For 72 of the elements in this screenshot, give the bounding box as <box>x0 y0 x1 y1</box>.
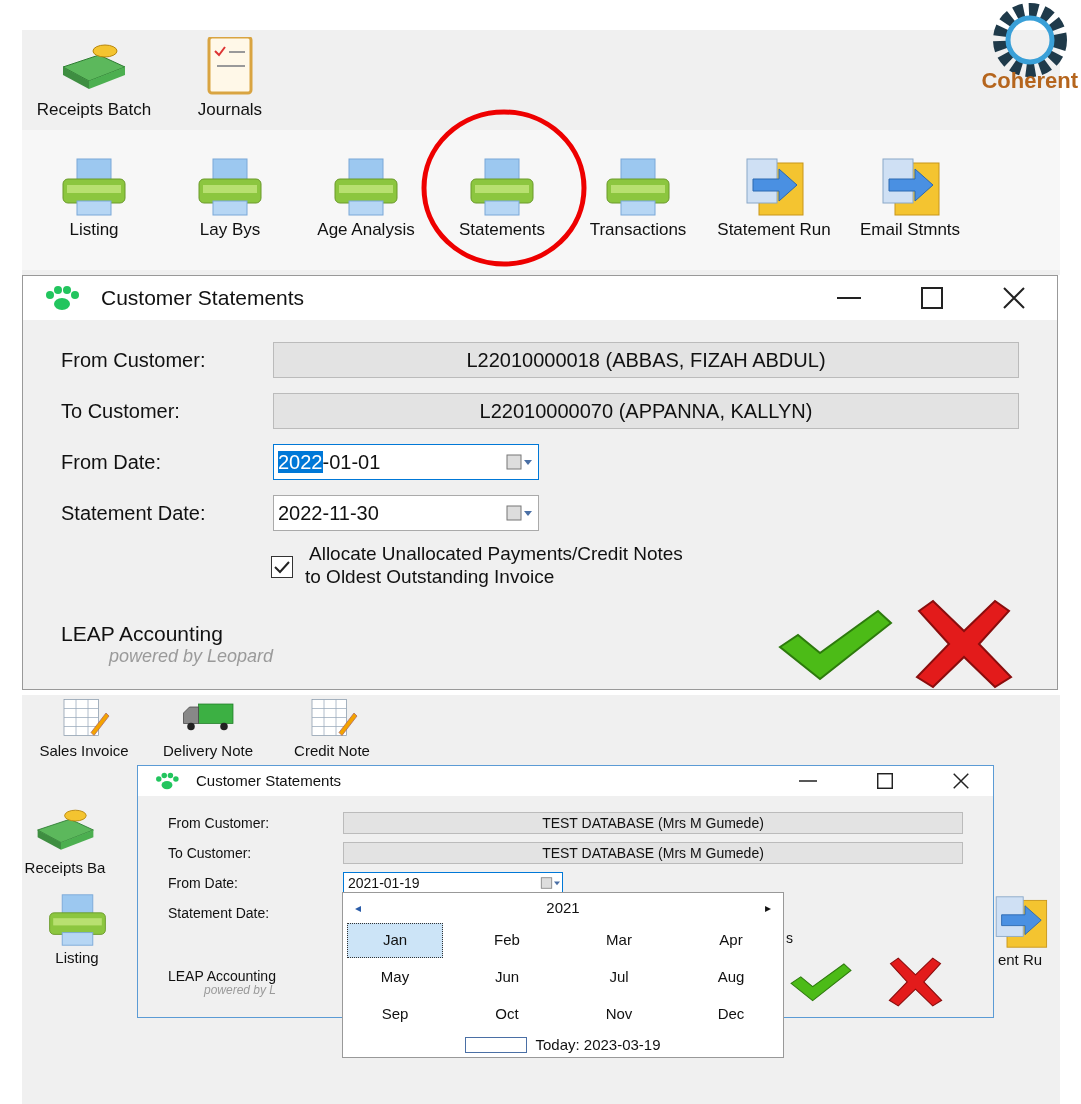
month-cell[interactable]: Mar <box>571 923 667 958</box>
field-label: From Customer: <box>61 348 207 373</box>
field-label: Statement Date: <box>61 501 207 526</box>
paw-icon <box>43 285 81 311</box>
toolbar-label[interactable]: Receipts Batch <box>36 96 152 122</box>
printer-icon <box>603 157 673 218</box>
toolbar-label[interactable]: ent Ru <box>997 949 1043 972</box>
printer-icon <box>467 157 537 218</box>
checkmark-icon[interactable] <box>790 961 852 1003</box>
date-field[interactable]: 2022-11-30 <box>273 495 539 531</box>
today-link[interactable]: Today: 2023-03-19 <box>535 1034 661 1057</box>
month-cell[interactable]: Oct <box>459 997 555 1032</box>
maximize-icon[interactable] <box>921 287 943 309</box>
calendar-dropdown-icon[interactable] <box>506 505 534 521</box>
maximize-icon[interactable] <box>877 773 893 789</box>
brand-tagline: powered by L <box>202 984 277 996</box>
date-field[interactable]: 2021-01-19 <box>343 872 563 894</box>
month-cell[interactable]: Jul <box>571 960 667 995</box>
printer-icon <box>331 157 401 218</box>
brand-name: LEAP Accounting <box>61 622 224 646</box>
printer-icon <box>59 157 129 218</box>
toolbar-label[interactable]: Email Stmnts <box>859 217 961 243</box>
toolbar-label[interactable]: Journals <box>197 96 263 122</box>
month-cell[interactable]: May <box>347 960 443 995</box>
window-title: Customer Statements <box>101 285 306 312</box>
customer-field[interactable]: TEST DATABASE (Mrs M Gumede) <box>343 812 963 834</box>
close-icon[interactable] <box>1003 287 1025 309</box>
printer-icon <box>195 157 265 218</box>
month-cell[interactable]: Sep <box>347 997 443 1032</box>
today-marker <box>465 1037 528 1054</box>
field-label: To Customer: <box>61 399 181 424</box>
calendar-year[interactable]: 2021 <box>546 896 580 920</box>
month-cell[interactable]: Dec <box>683 997 779 1032</box>
toolbar-label[interactable]: Statement Run <box>717 217 831 243</box>
toolbar-label[interactable]: Listing <box>69 217 119 243</box>
month-cell[interactable]: Aug <box>683 960 779 995</box>
field-label: From Customer: <box>168 813 271 833</box>
toolbar-label[interactable]: Listing <box>55 947 99 970</box>
month-cell[interactable]: Nov <box>571 997 667 1032</box>
toolbar-label[interactable]: Transactions <box>589 217 687 243</box>
field-label: From Date: <box>168 873 239 893</box>
toolbar-label[interactable]: Credit Note <box>294 740 370 763</box>
next-button[interactable]: ▸ <box>765 899 771 917</box>
customer-field[interactable]: L22010000018 (ABBAS, FIZAH ABDUL) <box>273 342 1019 378</box>
checkbox-label: s <box>786 929 793 948</box>
field-label: To Customer: <box>168 843 253 863</box>
brand-name: LEAP Accounting <box>168 968 277 984</box>
month-cell[interactable]: Apr <box>683 923 779 958</box>
date-field[interactable]: 2022-01-01 <box>273 444 539 480</box>
month-cell[interactable]: Jun <box>459 960 555 995</box>
field-label: From Date: <box>61 450 163 475</box>
brand-tagline: powered by Leopard <box>107 646 274 666</box>
month-cell[interactable]: Jan <box>347 923 443 958</box>
toolbar-label[interactable]: Delivery Note <box>163 740 253 763</box>
month-cell[interactable]: Feb <box>459 923 555 958</box>
customer-field[interactable]: TEST DATABASE (Mrs M Gumede) <box>343 842 963 864</box>
checkbox[interactable] <box>271 556 293 578</box>
toolbar-label[interactable]: Receipts Ba <box>24 856 106 879</box>
paw-icon <box>154 772 180 790</box>
close-icon[interactable] <box>953 773 969 789</box>
field-label: Statement Date: <box>168 903 271 923</box>
logo-text: Coherent <box>981 67 1078 95</box>
window-title: Customer Statements <box>196 770 343 791</box>
customer-field[interactable]: L22010000070 (APPANNA, KALLYN) <box>273 393 1019 429</box>
toolbar-label[interactable]: Age Analysis <box>317 217 415 243</box>
toolbar-label[interactable]: Sales Invoice <box>39 740 129 763</box>
calendar-dropdown-icon[interactable] <box>506 454 534 470</box>
toolbar-label[interactable]: Statements <box>459 217 545 243</box>
checkbox-label: Allocate Unallocated Payments/Credit Notes to Oldest Outstanding Invoice <box>305 542 683 588</box>
toolbar-label[interactable]: Lay Bys <box>199 217 261 243</box>
calendar-dropdown-icon[interactable] <box>540 877 562 889</box>
previous-button[interactable]: ◂ <box>355 899 361 917</box>
